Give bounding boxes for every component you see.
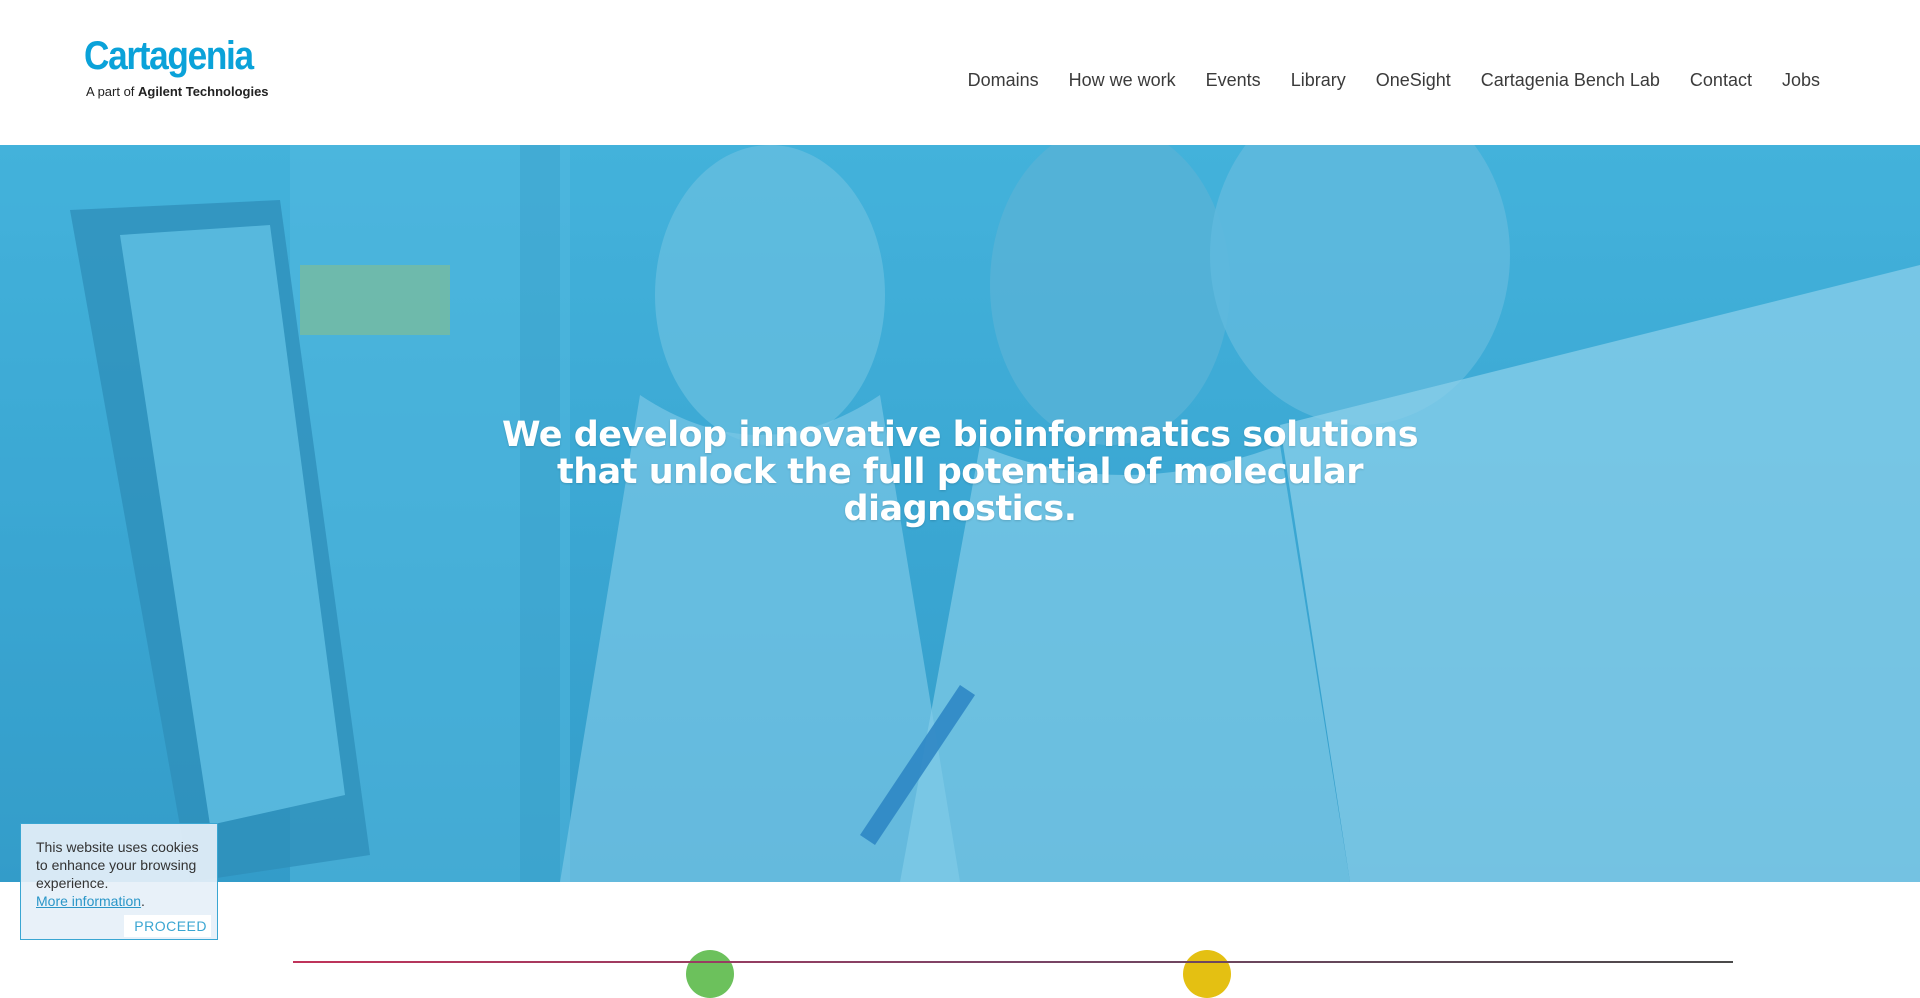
site-header: Cartagenia A part of Agilent Technologie… <box>0 0 1920 145</box>
nav-contact[interactable]: Contact <box>1690 70 1752 91</box>
logo-tagline-brand: Agilent Technologies <box>138 84 269 99</box>
nav-onesight[interactable]: OneSight <box>1376 70 1451 91</box>
cookie-message: This website uses cookies to enhance you… <box>36 839 199 891</box>
hero-headline: We develop innovative bioinformatics sol… <box>460 417 1460 528</box>
logo-wordmark: Cartagenia <box>84 34 254 78</box>
nav-how-we-work[interactable]: How we work <box>1069 70 1176 91</box>
section-dot-yellow <box>1183 950 1231 998</box>
nav-domains[interactable]: Domains <box>968 70 1039 91</box>
section-dot-green <box>686 950 734 998</box>
main-nav: Domains How we work Events Library OneSi… <box>968 70 1820 91</box>
nav-bench-lab[interactable]: Cartagenia Bench Lab <box>1481 70 1660 91</box>
logo-tagline-prefix: A part of <box>86 84 135 99</box>
cookie-more-info-link[interactable]: More information <box>36 893 141 909</box>
nav-events[interactable]: Events <box>1206 70 1261 91</box>
hero-banner: We develop innovative bioinformatics sol… <box>0 145 1920 882</box>
cookie-proceed-button[interactable]: PROCEED <box>124 915 211 937</box>
nav-jobs[interactable]: Jobs <box>1782 70 1820 91</box>
cookie-banner: This website uses cookies to enhance you… <box>20 823 218 940</box>
hero-line-2: that unlock the full potential of molecu… <box>557 452 1363 492</box>
cartagenia-logo[interactable]: Cartagenia A part of Agilent Technologie… <box>84 34 276 99</box>
nav-library[interactable]: Library <box>1291 70 1346 91</box>
hero-line-3: diagnostics. <box>843 489 1077 529</box>
hero-line-1: We develop innovative bioinformatics sol… <box>501 415 1419 455</box>
logo-tagline: A part of Agilent Technologies <box>86 84 276 99</box>
